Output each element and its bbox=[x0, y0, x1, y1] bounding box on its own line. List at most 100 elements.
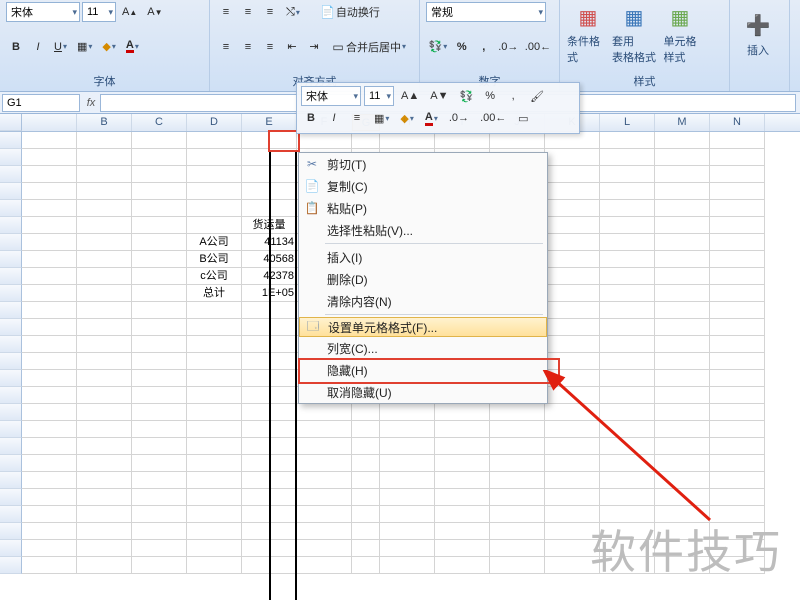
font-size-combo[interactable]: 11 bbox=[82, 2, 116, 22]
cell[interactable] bbox=[600, 183, 655, 200]
cell[interactable] bbox=[352, 438, 380, 455]
cell[interactable] bbox=[242, 353, 297, 370]
cell[interactable] bbox=[77, 489, 132, 506]
cell[interactable] bbox=[435, 523, 490, 540]
cell[interactable] bbox=[242, 370, 297, 387]
cell[interactable] bbox=[435, 489, 490, 506]
font-color-button[interactable]: A▾ bbox=[122, 37, 143, 57]
cell[interactable] bbox=[710, 149, 765, 166]
border-button[interactable]: ▦▾ bbox=[73, 37, 96, 57]
col-header-M[interactable]: M bbox=[655, 114, 710, 131]
cell[interactable] bbox=[242, 183, 297, 200]
cell[interactable] bbox=[490, 557, 545, 574]
cell[interactable] bbox=[132, 370, 187, 387]
mini-border-icon[interactable]: ▦▾ bbox=[370, 108, 393, 128]
cell[interactable] bbox=[710, 217, 765, 234]
cell[interactable] bbox=[22, 319, 77, 336]
cell[interactable]: c公司 bbox=[187, 268, 242, 285]
cell[interactable] bbox=[297, 404, 352, 421]
ctx-insert[interactable]: 插入(I) bbox=[299, 246, 547, 268]
cell[interactable] bbox=[77, 387, 132, 404]
cell[interactable] bbox=[710, 353, 765, 370]
col-header-L[interactable]: L bbox=[600, 114, 655, 131]
cell[interactable] bbox=[187, 540, 242, 557]
cell[interactable] bbox=[22, 387, 77, 404]
cell[interactable] bbox=[77, 540, 132, 557]
mini-fill-icon[interactable]: ◆▾ bbox=[396, 108, 417, 128]
cell[interactable] bbox=[77, 404, 132, 421]
cell[interactable] bbox=[435, 540, 490, 557]
merge-center-button[interactable]: ▭合并后居中▾ bbox=[326, 37, 410, 57]
cell[interactable] bbox=[187, 217, 242, 234]
cell[interactable] bbox=[132, 285, 187, 302]
cell[interactable] bbox=[132, 472, 187, 489]
cell[interactable] bbox=[22, 472, 77, 489]
cell[interactable] bbox=[132, 132, 187, 149]
cell[interactable]: B公司 bbox=[187, 251, 242, 268]
cell[interactable] bbox=[77, 234, 132, 251]
cell[interactable] bbox=[380, 455, 435, 472]
cell[interactable] bbox=[242, 319, 297, 336]
cell[interactable] bbox=[297, 506, 352, 523]
cell[interactable] bbox=[132, 557, 187, 574]
cell[interactable] bbox=[132, 438, 187, 455]
indent-inc-icon[interactable]: ⇥ bbox=[304, 37, 324, 57]
cell[interactable] bbox=[545, 285, 600, 302]
cell[interactable] bbox=[600, 285, 655, 302]
cell[interactable] bbox=[600, 166, 655, 183]
cell[interactable]: 总计 bbox=[187, 285, 242, 302]
align-right-icon[interactable]: ≡ bbox=[260, 37, 280, 57]
fx-icon[interactable]: fx bbox=[82, 97, 100, 109]
cell[interactable] bbox=[490, 472, 545, 489]
cell[interactable] bbox=[655, 268, 710, 285]
cell[interactable] bbox=[187, 302, 242, 319]
cell[interactable] bbox=[77, 251, 132, 268]
row-header[interactable] bbox=[0, 132, 22, 149]
cell[interactable] bbox=[297, 489, 352, 506]
cell[interactable] bbox=[352, 404, 380, 421]
cell[interactable] bbox=[242, 438, 297, 455]
cell[interactable] bbox=[77, 302, 132, 319]
cell[interactable] bbox=[77, 268, 132, 285]
cell[interactable]: 41134 bbox=[242, 234, 297, 251]
cell[interactable] bbox=[242, 166, 297, 183]
cell-style-button[interactable]: ▦单元格 样式 bbox=[658, 2, 702, 66]
cell[interactable] bbox=[435, 421, 490, 438]
select-all-corner[interactable] bbox=[0, 114, 22, 131]
cell[interactable] bbox=[187, 132, 242, 149]
cell[interactable] bbox=[600, 319, 655, 336]
cell[interactable] bbox=[297, 455, 352, 472]
cell[interactable] bbox=[710, 200, 765, 217]
cell[interactable] bbox=[242, 336, 297, 353]
cell[interactable] bbox=[242, 523, 297, 540]
cell[interactable] bbox=[22, 200, 77, 217]
cell[interactable] bbox=[600, 200, 655, 217]
row-header[interactable] bbox=[0, 489, 22, 506]
cell[interactable] bbox=[435, 455, 490, 472]
cell[interactable] bbox=[490, 438, 545, 455]
cell[interactable] bbox=[655, 251, 710, 268]
cell[interactable] bbox=[132, 455, 187, 472]
cell[interactable] bbox=[600, 217, 655, 234]
cell[interactable] bbox=[77, 353, 132, 370]
cell[interactable] bbox=[187, 200, 242, 217]
cell[interactable] bbox=[22, 540, 77, 557]
row-header[interactable] bbox=[0, 217, 22, 234]
ctx-paste[interactable]: 📋粘贴(P) bbox=[299, 197, 547, 219]
align-middle-icon[interactable]: ≡ bbox=[238, 2, 258, 22]
cell[interactable] bbox=[380, 489, 435, 506]
cell[interactable] bbox=[187, 489, 242, 506]
cell[interactable] bbox=[187, 387, 242, 404]
cell[interactable] bbox=[545, 166, 600, 183]
row-header[interactable] bbox=[0, 319, 22, 336]
cell[interactable] bbox=[242, 302, 297, 319]
cell[interactable] bbox=[655, 166, 710, 183]
increase-font-icon[interactable]: A▲ bbox=[118, 2, 141, 22]
row-header[interactable] bbox=[0, 506, 22, 523]
row-header[interactable] bbox=[0, 149, 22, 166]
cell[interactable] bbox=[187, 149, 242, 166]
cell[interactable] bbox=[22, 557, 77, 574]
cell[interactable] bbox=[77, 506, 132, 523]
col-header-N[interactable]: N bbox=[710, 114, 765, 131]
mini-align-icon[interactable]: ≡ bbox=[347, 108, 367, 128]
